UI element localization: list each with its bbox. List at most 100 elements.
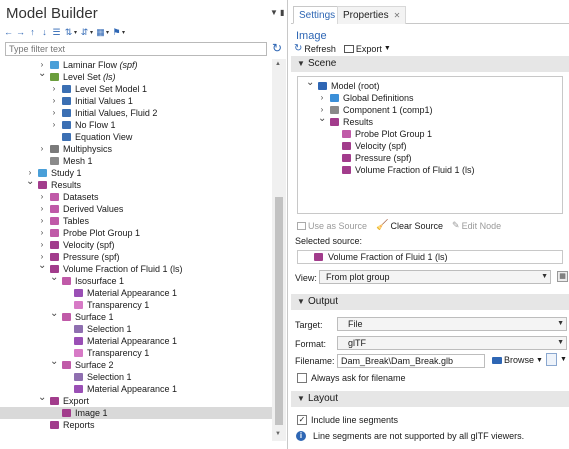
expand-chevron-icon[interactable]: ⌄ (26, 176, 34, 188)
always-ask-checkbox[interactable] (297, 373, 307, 383)
scroll-up-arrow-icon[interactable]: ▲ (275, 61, 281, 67)
use-as-source-button[interactable]: Use as Source (297, 220, 367, 231)
tree-item[interactable]: Reports (0, 419, 272, 431)
collapse-chevron-icon[interactable]: › (38, 191, 46, 203)
tree-item[interactable]: Material Appearance 1 (0, 335, 272, 347)
tree-item[interactable]: Volume Fraction of Fluid 1 (ls) (298, 164, 562, 176)
expand-chevron-icon[interactable]: ⌄ (50, 356, 58, 368)
tree-item[interactable]: Transparency 1 (0, 347, 272, 359)
filter-settings-icon[interactable]: ⚑ (112, 27, 121, 38)
filter-settings-caret-icon[interactable]: ▾ (122, 29, 125, 36)
tree-item[interactable]: › Initial Values, Fluid 2 (0, 107, 272, 119)
tree-item[interactable]: › Study 1 (0, 167, 272, 179)
tree-item[interactable]: Velocity (spf) (298, 140, 562, 152)
tree-item[interactable]: › Datasets (0, 191, 272, 203)
tree-item[interactable]: › Tables (0, 215, 272, 227)
collapse-chevron-icon[interactable]: › (50, 107, 58, 119)
back-arrow-icon[interactable]: ← (4, 27, 13, 38)
sort-caret-icon[interactable]: ▾ (90, 29, 93, 36)
tree-item[interactable]: Equation View (0, 131, 272, 143)
collapse-chevron-icon[interactable]: › (38, 215, 46, 227)
tree-item[interactable]: Probe Plot Group 1 (298, 128, 562, 140)
collapse-chevron-icon[interactable]: › (38, 143, 46, 155)
show-more-options-icon[interactable]: ▦ (96, 27, 105, 38)
collapse-chevron-icon[interactable]: › (38, 239, 46, 251)
tree-item[interactable]: › Derived Values (0, 203, 272, 215)
layout-section-header[interactable]: ▼ Layout (291, 391, 569, 407)
tab-properties[interactable]: Properties ✕ (337, 6, 407, 24)
tree-item[interactable]: › Component 1 (comp1) (298, 104, 562, 116)
tree-item[interactable]: ⌄ Export (0, 392, 272, 407)
collapse-chevron-icon[interactable]: › (50, 119, 58, 131)
tree-item[interactable]: › Multiphysics (0, 143, 272, 155)
expand-chevron-icon[interactable]: ⌄ (318, 113, 326, 125)
tree-item[interactable]: Selection 1 (0, 323, 272, 335)
include-line-segments-checkbox[interactable]: ✓ (297, 415, 307, 425)
collapse-chevron-icon[interactable]: › (38, 203, 46, 215)
view-settings-icon[interactable]: ▦ (557, 271, 568, 282)
move-up-icon[interactable]: ↑ (28, 27, 37, 38)
pin-icon[interactable]: ▮ (280, 8, 284, 17)
expand-chevron-icon[interactable]: ⌄ (38, 392, 46, 404)
tree-item[interactable]: Image 1 (0, 407, 272, 419)
tree-item[interactable]: › Probe Plot Group 1 (0, 227, 272, 239)
close-tab-icon[interactable]: ✕ (394, 11, 401, 20)
tree-item[interactable]: ⌄ Model (root) (298, 77, 562, 92)
tree-item[interactable]: › Global Definitions (298, 92, 562, 104)
tree-item[interactable]: Material Appearance 1 (0, 287, 272, 299)
show-options-caret-icon[interactable]: ▾ (106, 29, 109, 36)
filter-refresh-icon[interactable]: ↻ (272, 41, 282, 55)
expand-sections-caret-icon[interactable]: ▾ (74, 29, 77, 36)
collapse-chevron-icon[interactable]: › (50, 95, 58, 107)
tree-item[interactable]: ⌄ Surface 2 (0, 356, 272, 371)
scroll-down-arrow-icon[interactable]: ▼ (275, 431, 281, 437)
expand-chevron-icon[interactable]: ⌄ (50, 308, 58, 320)
move-down-icon[interactable]: ↓ (40, 27, 49, 38)
browse-button[interactable]: Browse ▼ (492, 355, 543, 365)
export-button[interactable]: Export ▼ (343, 44, 391, 54)
expand-chevron-icon[interactable]: ⌄ (50, 272, 58, 284)
filename-input[interactable]: Dam_Break\Dam_Break.glb (337, 354, 485, 368)
target-select[interactable]: File ▼ (337, 317, 567, 331)
collapse-chevron-icon[interactable]: › (38, 227, 46, 239)
expand-sections-icon[interactable]: ⇅ (64, 27, 73, 38)
view-select[interactable]: From plot group ▼ (319, 270, 551, 284)
expand-chevron-icon[interactable]: ⌄ (306, 77, 314, 89)
edit-node-button[interactable]: ✎ Edit Node (452, 220, 501, 231)
tree-item[interactable]: ⌄ Results (298, 113, 562, 128)
tree-item[interactable]: › Level Set Model 1 (0, 83, 272, 95)
expand-chevron-icon[interactable]: ⌄ (38, 68, 46, 80)
clear-source-button[interactable]: 🧹 Clear Source (376, 220, 443, 231)
collapse-chevron-icon[interactable]: › (50, 83, 58, 95)
output-section-header[interactable]: ▼ Output (291, 294, 569, 310)
file-options-icon[interactable] (546, 353, 557, 366)
tree-item[interactable]: Selection 1 (0, 371, 272, 383)
model-tree-scrollbar-thumb[interactable] (275, 197, 283, 425)
format-select[interactable]: glTF ▼ (337, 336, 567, 350)
sort-icon[interactable]: ⇵ (80, 27, 89, 38)
expand-chevron-icon[interactable]: ⌄ (38, 260, 46, 272)
tree-item[interactable]: › Velocity (spf) (0, 239, 272, 251)
tree-item[interactable]: ⌄ Level Set (ls) (0, 68, 272, 83)
tree-item[interactable]: ⌄ Isosurface 1 (0, 272, 272, 287)
refresh-button[interactable]: ↻ Refresh (294, 43, 336, 54)
tree-item[interactable]: › Initial Values 1 (0, 95, 272, 107)
export-dropdown-icon[interactable]: ▼ (384, 45, 391, 52)
view-menu-icon[interactable]: ▼ (270, 8, 278, 17)
tree-item[interactable]: Transparency 1 (0, 299, 272, 311)
tree-item[interactable]: Pressure (spf) (298, 152, 562, 164)
forward-arrow-icon[interactable]: → (16, 27, 25, 38)
tree-item[interactable]: ⌄ Surface 1 (0, 308, 272, 323)
tree-item[interactable]: Mesh 1 (0, 155, 272, 167)
browse-dropdown-icon[interactable]: ▼ (536, 357, 543, 364)
model-tree-scrollbar[interactable]: ▲ ▼ (272, 59, 286, 441)
collapse-all-icon[interactable]: ☰ (52, 27, 61, 38)
tree-item[interactable]: ⌄ Volume Fraction of Fluid 1 (ls) (0, 260, 272, 275)
filter-input[interactable] (5, 42, 267, 56)
collapse-chevron-icon[interactable]: › (318, 92, 326, 104)
file-options-dropdown-icon[interactable]: ▼ (560, 356, 567, 363)
scene-section-header[interactable]: ▼ Scene (291, 56, 569, 72)
tree-item[interactable]: ⌄ Results (0, 176, 272, 191)
tree-item[interactable]: › No Flow 1 (0, 119, 272, 131)
tab-settings[interactable]: Settings (293, 6, 342, 24)
